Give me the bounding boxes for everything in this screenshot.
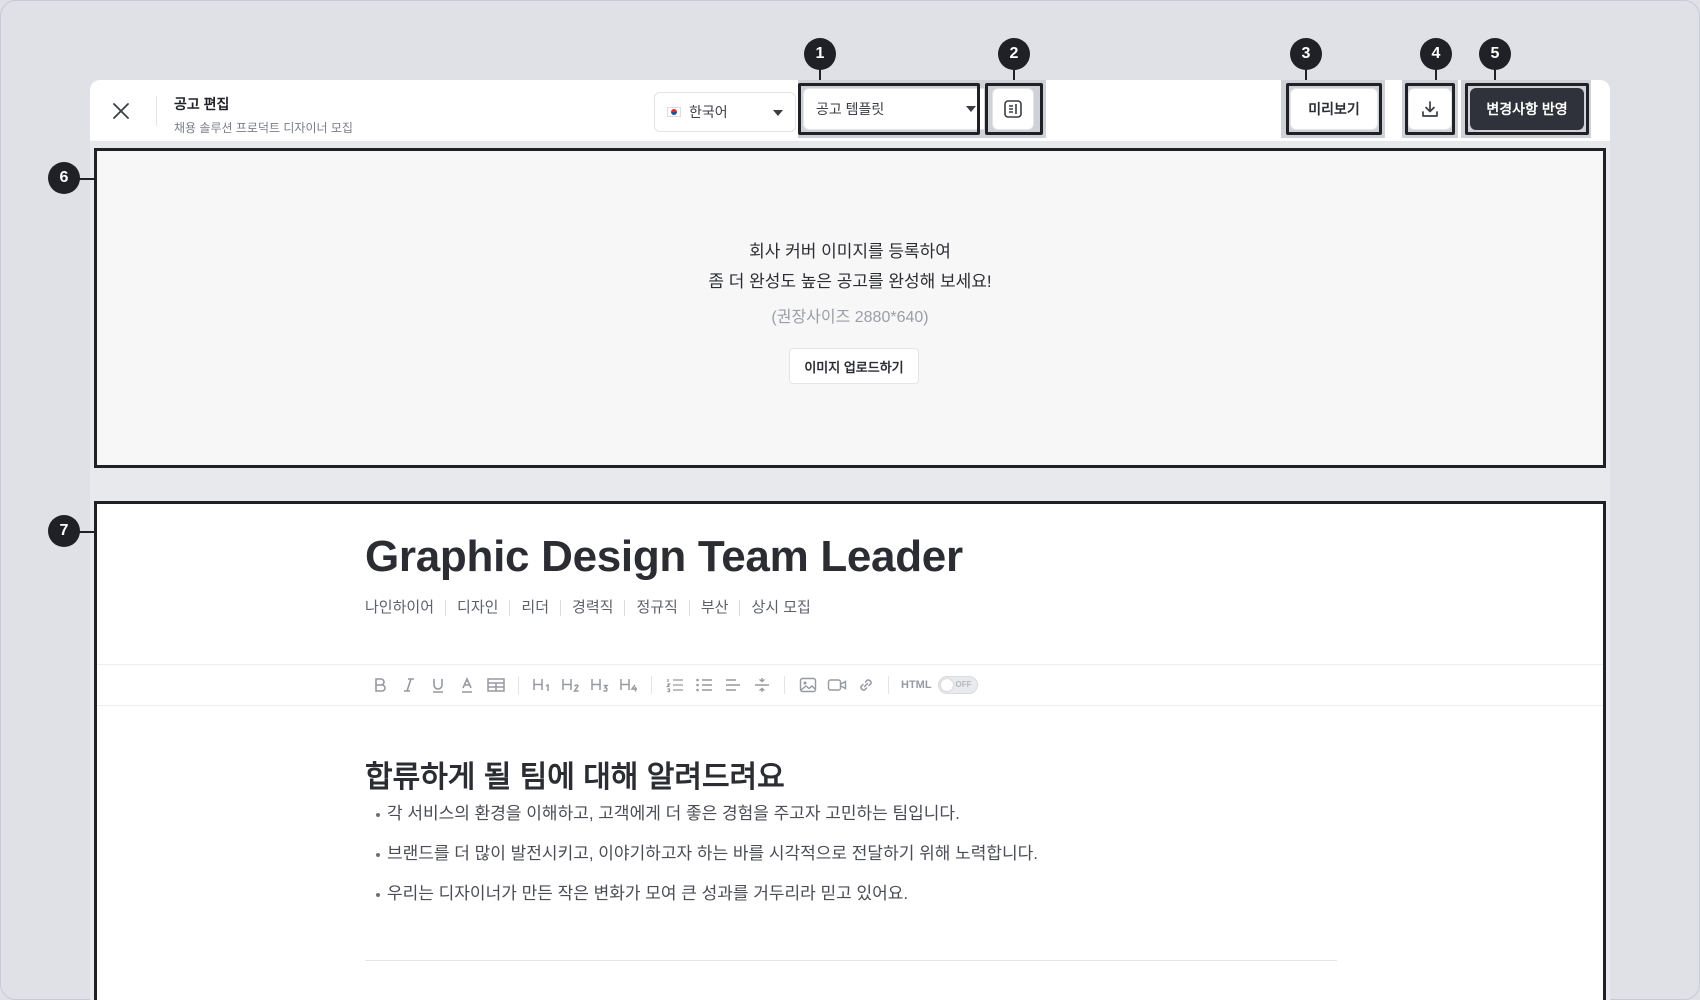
toggle-knob [940, 679, 953, 691]
marker-6: 6 [48, 162, 80, 194]
title-block: 공고 편집 채용 솔루션 프로덕트 디자이너 모집 [174, 94, 353, 136]
horizontal-rule-icon [754, 678, 769, 692]
toggle-state-label: OFF [955, 680, 972, 689]
heading3-icon [590, 679, 609, 692]
toolbar-items: HTML OFF [365, 674, 978, 696]
insert-video-button[interactable] [822, 674, 851, 696]
toolbar-separator [651, 676, 652, 694]
tag-position: 리더 [509, 600, 560, 616]
ordered-list-icon [665, 679, 683, 693]
korea-flag-icon [667, 107, 681, 117]
list-item[interactable]: 브랜드를 더 많이 발전시키고, 이야기하고자 하는 바를 시각적으로 전달하기… [365, 844, 1038, 864]
table-icon [486, 678, 505, 692]
bullet-list-button[interactable] [689, 674, 718, 696]
marker-2: 2 [998, 38, 1030, 70]
align-left-icon [725, 679, 740, 691]
text-color-button[interactable] [452, 674, 481, 696]
bold-button[interactable] [365, 674, 394, 696]
tag-company: 나인하이어 [365, 599, 435, 616]
insert-image-button[interactable] [793, 674, 822, 696]
divider-button[interactable] [747, 674, 776, 696]
download-highlight [1405, 83, 1455, 135]
heading4-icon [619, 679, 637, 692]
table-button[interactable] [481, 674, 510, 696]
link-icon [859, 679, 872, 691]
toolbar-separator [784, 676, 785, 694]
ordered-list-button[interactable] [660, 674, 689, 696]
preview-highlight [1286, 83, 1382, 135]
underline-button[interactable] [423, 674, 452, 696]
heading1-button[interactable] [527, 674, 556, 696]
heading3-button[interactable] [585, 674, 614, 696]
close-icon [113, 103, 129, 119]
apply-highlight [1465, 83, 1589, 135]
text-color-icon [461, 677, 472, 693]
marker-4: 4 [1420, 38, 1452, 70]
toolbar-separator [888, 676, 889, 694]
heading4-button[interactable] [614, 674, 643, 696]
editor-area: Graphic Design Team Leader 나인하이어 디자인 리더 … [94, 501, 1606, 1000]
cover-line-2: 좀 더 완성도 높은 공고를 완성해 보세요! [708, 272, 992, 291]
marker-5: 5 [1479, 38, 1511, 70]
list-item[interactable]: 우리는 디자이너가 만든 작은 변화가 모여 큰 성과를 거두리라 믿고 있어요… [365, 884, 1038, 904]
tag-career: 경력직 [560, 600, 624, 616]
caret-down-icon [773, 110, 783, 116]
close-button[interactable] [108, 98, 134, 124]
html-mode-toggle[interactable]: OFF [937, 676, 978, 694]
language-value: 한국어 [689, 104, 728, 120]
editor-toolbar: HTML OFF [97, 664, 1603, 706]
job-tags: 나인하이어 디자인 리더 경력직 정규직 부산 상시 모집 [365, 600, 822, 616]
template-list-highlight [985, 83, 1043, 135]
underline-icon [432, 679, 443, 693]
section-heading[interactable]: 합류하게 될 팀에 대해 알려드려요 [365, 752, 785, 796]
marker-1: 1 [804, 38, 836, 70]
bullet-list-icon [695, 678, 712, 692]
top-bar: 공고 편집 채용 솔루션 프로덕트 디자이너 모집 한국어 공고 템플릿 미리보… [90, 80, 1610, 142]
heading2-button[interactable] [556, 674, 585, 696]
tag-job-group: 디자인 [445, 600, 509, 616]
bold-icon [374, 678, 386, 692]
heading1-icon [532, 679, 549, 691]
video-icon [827, 679, 846, 691]
align-button[interactable] [718, 674, 747, 696]
cover-line-1: 회사 커버 이미지를 등록하여 [749, 242, 951, 261]
team-description-list: 각 서비스의 환경을 이해하고, 고객에게 더 좋은 경험을 주고자 고민하는 … [365, 804, 1038, 924]
cover-message: 회사 커버 이미지를 등록하여 좀 더 완성도 높은 공고를 완성해 보세요! … [97, 237, 1603, 327]
tag-employment-type: 정규직 [624, 600, 688, 616]
marker-6-line [78, 178, 94, 180]
template-select-highlight [798, 83, 980, 135]
language-select[interactable]: 한국어 [654, 92, 796, 132]
heading2-icon [561, 679, 579, 692]
cover-size-hint: (권장사이즈 2880*640) [771, 309, 929, 326]
page-title: 공고 편집 [174, 96, 230, 112]
list-item[interactable]: 각 서비스의 환경을 이해하고, 고객에게 더 좋은 경험을 주고자 고민하는 … [365, 804, 1038, 824]
image-icon [799, 677, 816, 693]
page-subtitle: 채용 솔루션 프로덕트 디자이너 모집 [174, 121, 353, 135]
job-title[interactable]: Graphic Design Team Leader [365, 532, 963, 582]
italic-icon [403, 678, 414, 692]
cover-image-area: 회사 커버 이미지를 등록하여 좀 더 완성도 높은 공고를 완성해 보세요! … [94, 148, 1606, 468]
marker-3: 3 [1290, 38, 1322, 70]
marker-7: 7 [48, 515, 80, 547]
italic-button[interactable] [394, 674, 423, 696]
tag-location: 부산 [688, 600, 740, 616]
title-divider [156, 96, 157, 126]
tag-recruit-type: 상시 모집 [739, 600, 821, 616]
marker-7-line [78, 531, 94, 533]
content-divider [365, 960, 1337, 961]
insert-link-button[interactable] [851, 674, 880, 696]
upload-image-button[interactable]: 이미지 업로드하기 [789, 348, 919, 384]
toolbar-separator [518, 676, 519, 694]
html-mode-label: HTML [901, 679, 932, 691]
job-post-editor-window: 공고 편집 채용 솔루션 프로덕트 디자이너 모집 한국어 공고 템플릿 미리보… [90, 80, 1610, 1000]
